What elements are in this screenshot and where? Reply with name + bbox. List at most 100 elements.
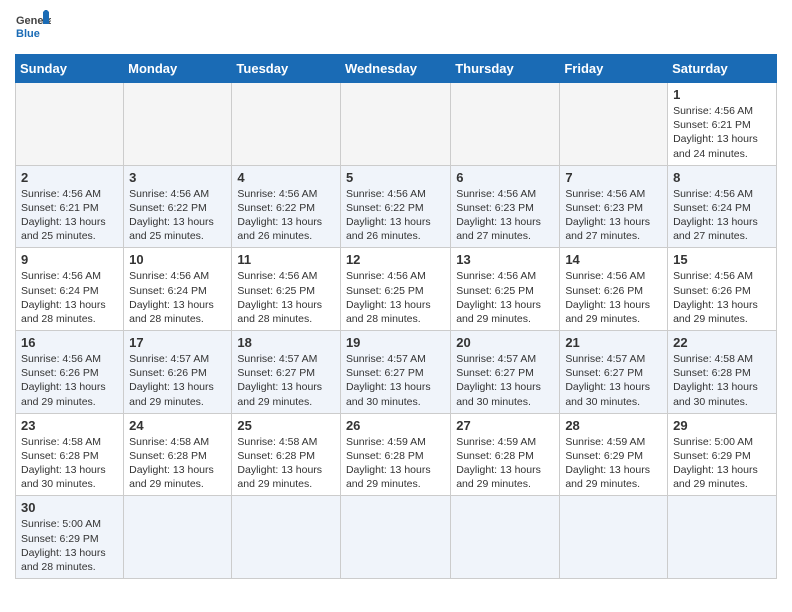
day-cell xyxy=(560,83,668,166)
day-info: Sunrise: 4:57 AM Sunset: 6:26 PM Dayligh… xyxy=(129,352,226,409)
logo-container: General Blue xyxy=(15,10,51,46)
day-number: 9 xyxy=(21,252,118,267)
day-cell: 17Sunrise: 4:57 AM Sunset: 6:26 PM Dayli… xyxy=(124,331,232,414)
day-number: 16 xyxy=(21,335,118,350)
day-cell: 24 Sunrise: 4:58 AM Sunset: 6:28 PM Dayli… xyxy=(124,413,232,496)
weekday-header-tuesday: Tuesday xyxy=(232,55,341,83)
day-info: Sunrise: 4:58 AM Sunset: 6:28 PM Dayligh… xyxy=(237,435,335,492)
day-cell: 11 Sunrise: 4:56 AM Sunset: 6:25 PM Dayli… xyxy=(232,248,341,331)
day-info: Sunrise: 4:58 AM Sunset: 6:28 PM Dayligh… xyxy=(129,435,226,492)
weekday-header-row: SundayMondayTuesdayWednesdayThursdayFrid… xyxy=(16,55,777,83)
day-number: 27 xyxy=(456,418,554,433)
day-cell xyxy=(668,496,777,579)
day-cell: 22 Sunrise: 4:58 AM Sunset: 6:28 PM Dayli… xyxy=(668,331,777,414)
day-info: Sunrise: 4:56 AM Sunset: 6:23 PM Dayligh… xyxy=(456,187,554,244)
week-row-5: 23 Sunrise: 4:58 AM Sunset: 6:28 PM Dayli… xyxy=(16,413,777,496)
weekday-header-saturday: Saturday xyxy=(668,55,777,83)
day-info: Sunrise: 4:57 AM Sunset: 6:27 PM Dayligh… xyxy=(346,352,445,409)
day-cell: 25 Sunrise: 4:58 AM Sunset: 6:28 PM Dayli… xyxy=(232,413,341,496)
day-info: Sunrise: 4:56 AM Sunset: 6:26 PM Dayligh… xyxy=(21,352,118,409)
day-number: 19 xyxy=(346,335,445,350)
day-cell xyxy=(16,83,124,166)
day-number: 3 xyxy=(129,170,226,185)
day-info: Sunrise: 4:56 AM Sunset: 6:25 PM Dayligh… xyxy=(346,269,445,326)
day-cell: 10 Sunrise: 4:56 AM Sunset: 6:24 PM Dayli… xyxy=(124,248,232,331)
day-cell xyxy=(340,496,450,579)
day-cell: 8Sunrise: 4:56 AM Sunset: 6:24 PM Daylig… xyxy=(668,165,777,248)
day-number: 2 xyxy=(21,170,118,185)
day-cell: 1 Sunrise: 4:56 AM Sunset: 6:21 PM Daylig… xyxy=(668,83,777,166)
day-info: Sunrise: 4:59 AM Sunset: 6:28 PM Dayligh… xyxy=(346,435,445,492)
day-number: 29 xyxy=(673,418,771,433)
day-number: 28 xyxy=(565,418,662,433)
day-info: Sunrise: 4:56 AM Sunset: 6:25 PM Dayligh… xyxy=(237,269,335,326)
day-cell: 14Sunrise: 4:56 AM Sunset: 6:26 PM Dayli… xyxy=(560,248,668,331)
day-cell: 20 Sunrise: 4:57 AM Sunset: 6:27 PM Dayli… xyxy=(451,331,560,414)
day-info: Sunrise: 4:59 AM Sunset: 6:29 PM Dayligh… xyxy=(565,435,662,492)
day-cell: 7 Sunrise: 4:56 AM Sunset: 6:23 PM Daylig… xyxy=(560,165,668,248)
day-info: Sunrise: 4:56 AM Sunset: 6:24 PM Dayligh… xyxy=(21,269,118,326)
day-cell: 3 Sunrise: 4:56 AM Sunset: 6:22 PM Daylig… xyxy=(124,165,232,248)
week-row-3: 9 Sunrise: 4:56 AM Sunset: 6:24 PM Daylig… xyxy=(16,248,777,331)
day-cell: 23 Sunrise: 4:58 AM Sunset: 6:28 PM Dayli… xyxy=(16,413,124,496)
day-cell: 16 Sunrise: 4:56 AM Sunset: 6:26 PM Dayli… xyxy=(16,331,124,414)
day-number: 24 xyxy=(129,418,226,433)
day-number: 13 xyxy=(456,252,554,267)
day-info: Sunrise: 4:56 AM Sunset: 6:22 PM Dayligh… xyxy=(129,187,226,244)
day-number: 23 xyxy=(21,418,118,433)
day-number: 7 xyxy=(565,170,662,185)
day-cell: 26 Sunrise: 4:59 AM Sunset: 6:28 PM Dayli… xyxy=(340,413,450,496)
calendar: SundayMondayTuesdayWednesdayThursdayFrid… xyxy=(15,54,777,579)
day-info: Sunrise: 4:56 AM Sunset: 6:21 PM Dayligh… xyxy=(21,187,118,244)
logo: General Blue xyxy=(15,10,51,46)
day-info: Sunrise: 4:56 AM Sunset: 6:24 PM Dayligh… xyxy=(129,269,226,326)
day-number: 11 xyxy=(237,252,335,267)
day-cell: 28 Sunrise: 4:59 AM Sunset: 6:29 PM Dayli… xyxy=(560,413,668,496)
day-cell: 15Sunrise: 4:56 AM Sunset: 6:26 PM Dayli… xyxy=(668,248,777,331)
day-cell: 30Sunrise: 5:00 AM Sunset: 6:29 PM Dayli… xyxy=(16,496,124,579)
day-cell xyxy=(451,496,560,579)
day-cell: 18Sunrise: 4:57 AM Sunset: 6:27 PM Dayli… xyxy=(232,331,341,414)
day-number: 26 xyxy=(346,418,445,433)
day-cell xyxy=(124,83,232,166)
logo-icon: General Blue xyxy=(15,10,51,46)
day-cell: 12 Sunrise: 4:56 AM Sunset: 6:25 PM Dayli… xyxy=(340,248,450,331)
weekday-header-thursday: Thursday xyxy=(451,55,560,83)
day-number: 1 xyxy=(673,87,771,102)
day-cell: 19 Sunrise: 4:57 AM Sunset: 6:27 PM Dayli… xyxy=(340,331,450,414)
day-number: 20 xyxy=(456,335,554,350)
day-cell: 13 Sunrise: 4:56 AM Sunset: 6:25 PM Dayli… xyxy=(451,248,560,331)
weekday-header-wednesday: Wednesday xyxy=(340,55,450,83)
day-cell xyxy=(124,496,232,579)
day-number: 8 xyxy=(673,170,771,185)
day-info: Sunrise: 4:56 AM Sunset: 6:26 PM Dayligh… xyxy=(673,269,771,326)
day-number: 21 xyxy=(565,335,662,350)
weekday-header-friday: Friday xyxy=(560,55,668,83)
day-cell: 21Sunrise: 4:57 AM Sunset: 6:27 PM Dayli… xyxy=(560,331,668,414)
day-number: 25 xyxy=(237,418,335,433)
day-info: Sunrise: 4:56 AM Sunset: 6:25 PM Dayligh… xyxy=(456,269,554,326)
day-info: Sunrise: 5:00 AM Sunset: 6:29 PM Dayligh… xyxy=(21,517,118,574)
svg-text:Blue: Blue xyxy=(16,28,40,40)
day-cell: 6 Sunrise: 4:56 AM Sunset: 6:23 PM Daylig… xyxy=(451,165,560,248)
day-cell xyxy=(232,83,341,166)
week-row-2: 2 Sunrise: 4:56 AM Sunset: 6:21 PM Daylig… xyxy=(16,165,777,248)
day-info: Sunrise: 4:56 AM Sunset: 6:21 PM Dayligh… xyxy=(673,104,771,161)
day-number: 6 xyxy=(456,170,554,185)
day-info: Sunrise: 4:57 AM Sunset: 6:27 PM Dayligh… xyxy=(456,352,554,409)
day-number: 22 xyxy=(673,335,771,350)
day-number: 10 xyxy=(129,252,226,267)
day-cell xyxy=(451,83,560,166)
day-info: Sunrise: 4:56 AM Sunset: 6:26 PM Dayligh… xyxy=(565,269,662,326)
day-info: Sunrise: 4:59 AM Sunset: 6:28 PM Dayligh… xyxy=(456,435,554,492)
weekday-header-sunday: Sunday xyxy=(16,55,124,83)
day-number: 4 xyxy=(237,170,335,185)
day-number: 18 xyxy=(237,335,335,350)
day-info: Sunrise: 4:56 AM Sunset: 6:22 PM Dayligh… xyxy=(237,187,335,244)
day-info: Sunrise: 4:58 AM Sunset: 6:28 PM Dayligh… xyxy=(673,352,771,409)
day-cell: 27 Sunrise: 4:59 AM Sunset: 6:28 PM Dayli… xyxy=(451,413,560,496)
day-info: Sunrise: 4:58 AM Sunset: 6:28 PM Dayligh… xyxy=(21,435,118,492)
day-info: Sunrise: 4:56 AM Sunset: 6:23 PM Dayligh… xyxy=(565,187,662,244)
day-number: 12 xyxy=(346,252,445,267)
day-cell xyxy=(340,83,450,166)
